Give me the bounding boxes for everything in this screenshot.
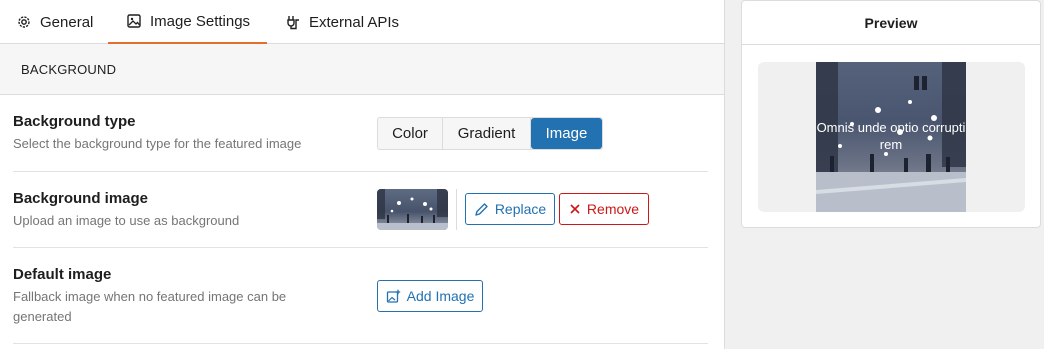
background-type-option-color[interactable]: Color	[378, 118, 443, 149]
add-image-button[interactable]: Add Image	[377, 280, 483, 312]
tab-external-apis-label: External APIs	[309, 13, 400, 31]
background-image-thumbnail	[377, 189, 448, 230]
replace-button[interactable]: Replace	[465, 193, 555, 225]
thumbnail-divider	[456, 189, 457, 230]
pencil-icon	[475, 202, 488, 216]
replace-button-label: Replace	[494, 201, 547, 217]
preview-image: Omnis unde optio corrupti rem	[816, 62, 966, 212]
remove-button-label: Remove	[586, 201, 640, 217]
background-type-title: Background type	[13, 113, 136, 130]
plug-icon	[287, 16, 299, 30]
background-type-description: Select the background type for the featu…	[13, 136, 302, 151]
image-icon	[127, 14, 141, 28]
tab-general[interactable]: General	[16, 0, 93, 44]
tab-bar: General Image Settings External APIs	[0, 0, 724, 44]
add-image-button-label: Add Image	[406, 288, 475, 304]
section-title: BACKGROUND	[21, 61, 117, 77]
gear-icon	[18, 16, 30, 28]
background-type-option-gradient[interactable]: Gradient	[443, 118, 531, 149]
default-image-description: Fallback image when no featured image ca…	[13, 289, 287, 324]
settings-panel: General Image Settings External APIs BAC…	[0, 0, 725, 349]
default-image-title: Default image	[13, 266, 112, 283]
preview-title: Preview	[742, 1, 1040, 45]
background-image-description: Upload an image to use as background	[13, 213, 240, 228]
tab-image-settings[interactable]: Image Settings	[108, 0, 267, 44]
background-image-row: Background image Upload an image to use …	[13, 172, 708, 248]
background-image-title: Background image	[13, 190, 149, 207]
tab-external-apis[interactable]: External APIs	[285, 0, 399, 44]
close-icon	[570, 204, 580, 214]
tab-general-label: General	[40, 13, 94, 31]
section-header: BACKGROUND	[0, 44, 724, 95]
tab-image-settings-label: Image Settings	[150, 12, 251, 30]
add-image-icon	[386, 289, 400, 303]
default-image-row: Default image Fallback image when no fea…	[13, 248, 708, 344]
background-type-segmented-control: Color Gradient Image	[377, 117, 603, 150]
preview-overlay-text: Omnis unde optio corrupti rem	[816, 120, 966, 152]
remove-button[interactable]: Remove	[559, 193, 649, 225]
background-type-row: Background type Select the background ty…	[13, 95, 708, 172]
background-type-option-image[interactable]: Image	[531, 118, 602, 149]
preview-card: Preview Omnis unde optio corrupti rem	[741, 0, 1041, 228]
preview-area: Omnis unde optio corrupti rem	[758, 62, 1025, 212]
